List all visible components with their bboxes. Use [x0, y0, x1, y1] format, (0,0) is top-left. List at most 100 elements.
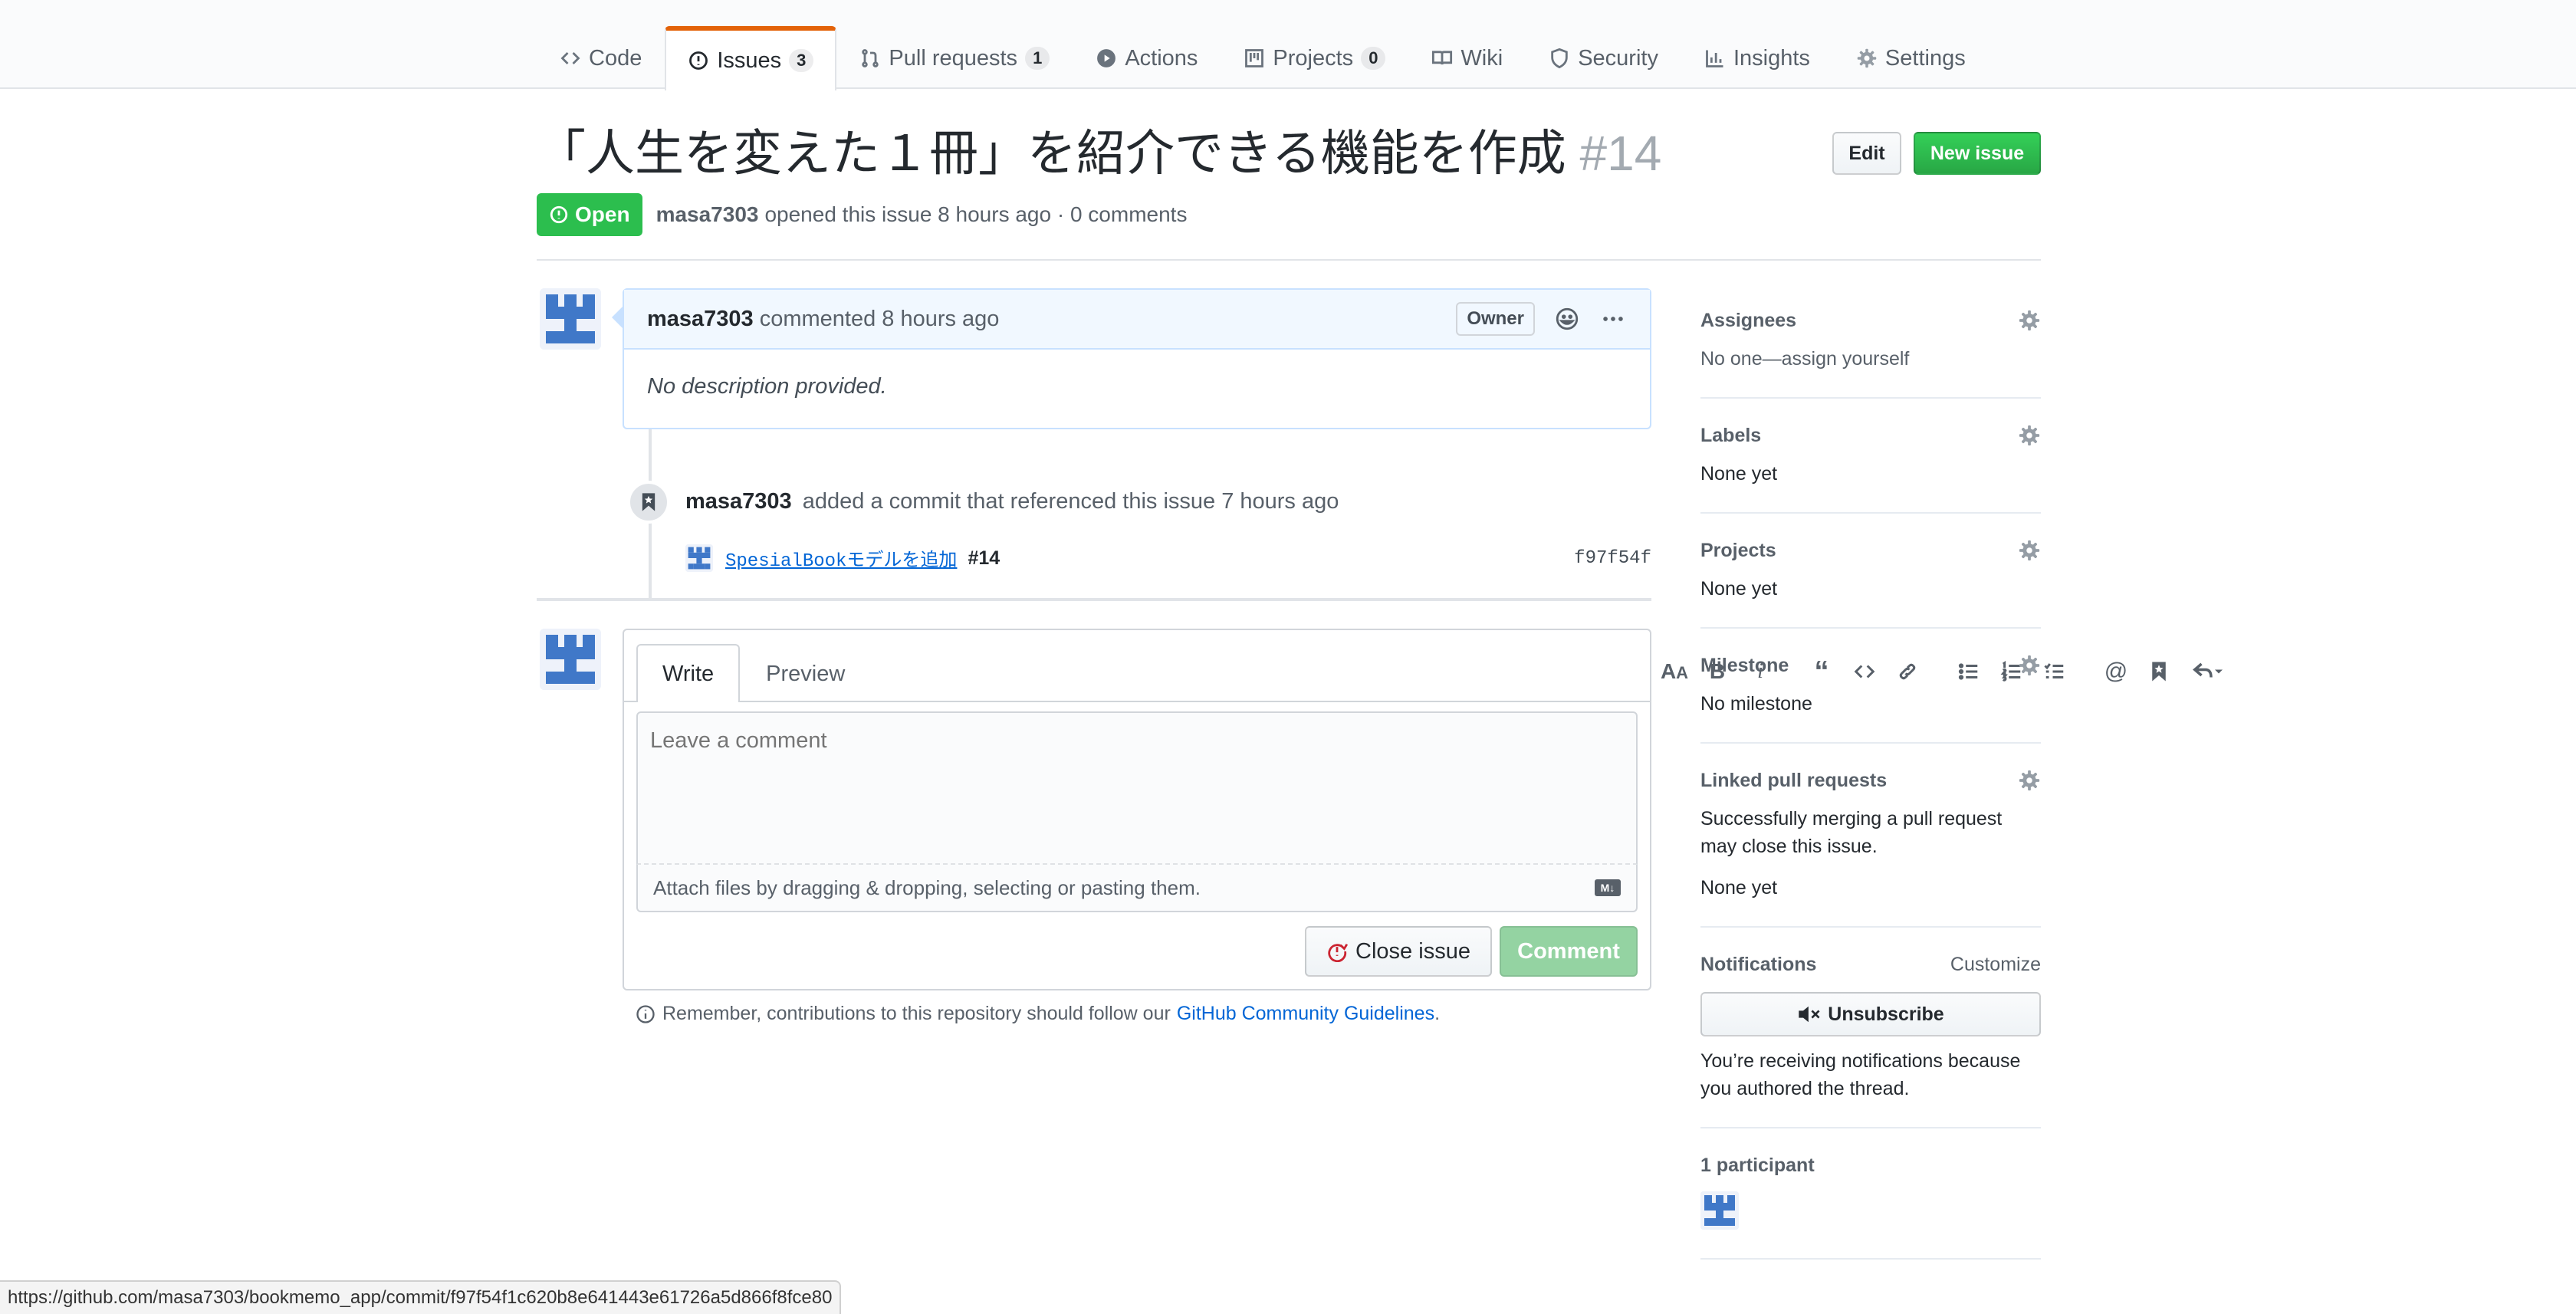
issue-opened-icon [550, 205, 568, 224]
code-icon [560, 52, 580, 64]
gear-icon[interactable] [2018, 654, 2041, 677]
commit-message-link[interactable]: SpesialBookモデルを追加 [725, 544, 957, 572]
new-issue-button[interactable]: New issue [1914, 132, 2041, 175]
gear-icon[interactable] [2018, 769, 2041, 792]
event-author-link[interactable]: masa7303 [685, 489, 792, 514]
repo-tabs: Code Issues 3 Pull requests 1 Actions Pr… [537, 26, 1989, 90]
comment-body: No description provided. [647, 374, 887, 399]
tab-wiki-label: Wiki [1460, 45, 1503, 71]
participants-heading: 1 participant [1700, 1154, 1815, 1176]
notifications-heading: Notifications [1700, 953, 1817, 975]
issue-author-link[interactable]: masa7303 [656, 202, 759, 227]
status-badge-label: Open [575, 202, 630, 226]
projects-counter: 0 [1361, 47, 1386, 70]
timeline-divider [537, 598, 1651, 601]
tab-pull-requests[interactable]: Pull requests 1 [836, 26, 1073, 89]
git-pull-request-icon [862, 49, 879, 67]
issue-title-text: 「人生を変えた１冊」を紹介できる機能を作成 [537, 126, 1566, 181]
tab-security[interactable]: Security [1526, 26, 1681, 89]
timeline-badge [627, 481, 670, 524]
gear-icon[interactable] [2018, 309, 2041, 332]
avatar[interactable] [1700, 1191, 1739, 1230]
shield-icon [1551, 48, 1568, 69]
attach-files-area[interactable]: Attach files by dragging & dropping, sel… [636, 865, 1638, 912]
commit-row: SpesialBookモデルを追加 #14 f97f54f [685, 543, 1651, 573]
avatar[interactable] [685, 544, 713, 572]
tab-pull-requests-label: Pull requests [889, 45, 1018, 71]
labels-value: None yet [1700, 463, 1778, 485]
attach-files-text: Attach files by dragging & dropping, sel… [653, 875, 1201, 899]
status-badge: Open [537, 193, 642, 236]
tab-wiki[interactable]: Wiki [1408, 26, 1526, 89]
tab-settings-label: Settings [1884, 45, 1966, 71]
issue-opened-icon [689, 51, 708, 70]
gear-icon[interactable] [2018, 424, 2041, 447]
gear-icon[interactable] [2018, 539, 2041, 562]
pull-requests-counter: 1 [1025, 47, 1050, 70]
sidebar-notifications: Notifications Customize Unsubscribe You’r… [1700, 928, 2041, 1128]
issues-counter: 3 [789, 49, 814, 72]
comment-arrow [612, 307, 623, 328]
tab-preview[interactable]: Preview [740, 644, 871, 702]
repo-nav: Code Issues 3 Pull requests 1 Actions Pr… [0, 0, 2576, 90]
tab-actions[interactable]: Actions [1073, 26, 1221, 89]
issue-header: 「人生を変えた１冊」を紹介できる機能を作成 #14 Edit New issue [537, 117, 2041, 193]
sidebar-labels: Labels None yet [1700, 399, 2041, 514]
comment-button[interactable]: Comment [1500, 926, 1638, 977]
kebab-horizontal-icon[interactable] [1599, 305, 1627, 333]
comment-textarea[interactable] [636, 711, 1638, 865]
commit-issue-ref[interactable]: #14 [968, 547, 1000, 570]
contribution-note: Remember, contributions to this reposito… [635, 1003, 1440, 1025]
mute-icon [1799, 1006, 1820, 1023]
avatar[interactable] [540, 629, 601, 690]
tab-projects[interactable]: Projects 0 [1221, 26, 1408, 89]
text-size-icon[interactable]: AA [1653, 650, 1696, 693]
issue-comment: masa7303 commented 8 hours ago Owner No … [623, 288, 1651, 429]
tab-write[interactable]: Write [636, 644, 741, 702]
milestone-heading: Milestone [1700, 654, 1789, 676]
tab-issues[interactable]: Issues 3 [665, 26, 837, 90]
tab-settings[interactable]: Settings [1833, 26, 1989, 89]
project-icon [1245, 49, 1264, 67]
tab-security-label: Security [1578, 45, 1658, 71]
tab-insights-label: Insights [1733, 45, 1810, 71]
gear-icon [1856, 48, 1878, 69]
play-icon [1097, 49, 1116, 67]
labels-heading: Labels [1700, 424, 1762, 446]
projects-heading: Projects [1700, 539, 1776, 561]
tab-insights[interactable]: Insights [1681, 26, 1833, 89]
reply-icon[interactable] [2180, 650, 2234, 693]
contribution-note-period: . [1434, 1003, 1441, 1024]
assignees-value[interactable]: No one—assign yourself [1700, 345, 2041, 373]
commit-sha-link[interactable]: f97f54f [1574, 548, 1651, 569]
sidebar-milestone: Milestone No milestone [1700, 629, 2041, 744]
comment-timestamp[interactable]: commented 8 hours ago [760, 307, 1000, 332]
unsubscribe-label: Unsubscribe [1828, 1003, 1944, 1025]
assignees-heading: Assignees [1700, 309, 1797, 331]
sidebar-assignees: Assignees No one—assign yourself [1700, 288, 2041, 399]
book-icon [1432, 51, 1453, 65]
markdown-icon[interactable]: M↓ [1595, 879, 1621, 896]
close-issue-button[interactable]: Close issue [1305, 926, 1492, 977]
bookmark-icon[interactable] [2137, 650, 2180, 693]
smiley-icon[interactable] [1553, 305, 1581, 333]
customize-link[interactable]: Customize [1950, 954, 2041, 976]
issue-title: 「人生を変えた１冊」を紹介できる機能を作成 #14 [537, 117, 1661, 190]
issue-meta-text: opened this issue 8 hours ago · 0 commen… [764, 202, 1188, 226]
tab-code[interactable]: Code [537, 26, 665, 89]
mention-icon[interactable]: @ [2095, 650, 2137, 693]
avatar[interactable] [540, 288, 601, 350]
comment-header: masa7303 commented 8 hours ago Owner [624, 290, 1650, 350]
milestone-value: No milestone [1700, 693, 1812, 714]
timeline-event: masa7303 added a commit that referenced … [685, 485, 1339, 518]
community-guidelines-link[interactable]: GitHub Community Guidelines [1177, 1003, 1434, 1025]
sidebar-projects: Projects None yet [1700, 514, 2041, 629]
tab-projects-label: Projects [1273, 45, 1354, 71]
edit-button[interactable]: Edit [1832, 132, 1901, 175]
bookmark-icon [642, 493, 656, 511]
header-divider [537, 259, 2041, 261]
browser-status-bar: https://github.com/masa7303/bookmemo_app… [0, 1280, 842, 1314]
unsubscribe-button[interactable]: Unsubscribe [1700, 992, 2041, 1036]
comment-author-link[interactable]: masa7303 [647, 307, 754, 332]
info-icon [636, 1004, 655, 1023]
